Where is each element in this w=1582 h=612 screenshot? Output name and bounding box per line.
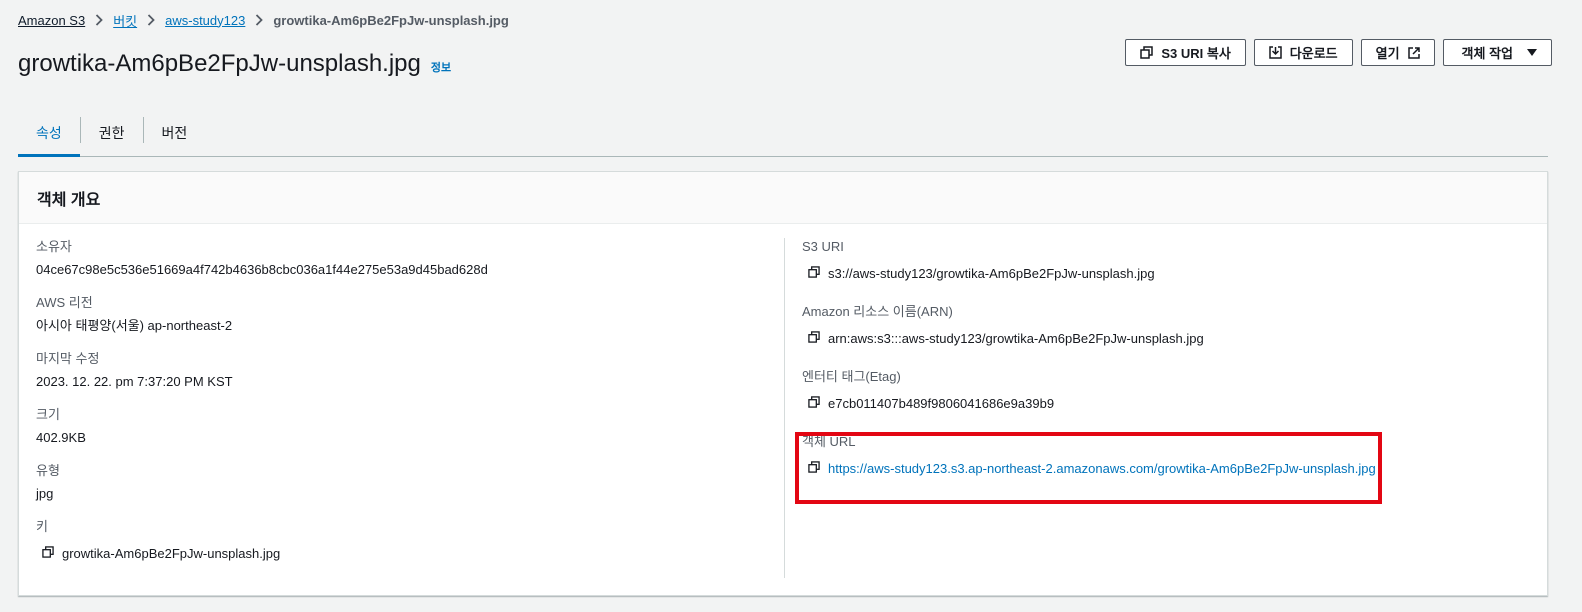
panel-title: 객체 개요 bbox=[37, 191, 101, 209]
arn-label: Amazon 리소스 이름(ARN) bbox=[802, 304, 953, 319]
etag-value: e7cb011407b489f9806041686e9a39b9 bbox=[828, 396, 1055, 411]
copy-s3-uri-label: S3 URI 복사 bbox=[1161, 46, 1231, 61]
column-divider bbox=[784, 238, 785, 578]
s3-uri-label: S3 URI bbox=[802, 239, 844, 254]
chevron-right-icon bbox=[245, 14, 273, 26]
external-link-icon bbox=[1407, 46, 1420, 59]
owner-label: 소유자 bbox=[36, 239, 72, 254]
breadcrumb-buckets[interactable]: 버킷 bbox=[113, 11, 137, 30]
caret-down-icon bbox=[1527, 49, 1537, 56]
size-value: 402.9KB bbox=[36, 430, 86, 445]
object-actions-button[interactable]: 객체 작업 bbox=[1442, 39, 1552, 66]
owner-value: 04ce67c98e5c536e51669a4f742b4636b8cbc036… bbox=[36, 262, 488, 277]
key-value: growtika-Am6pBe2FpJw-unsplash.jpg bbox=[62, 546, 281, 561]
tab-versions[interactable]: 버전 bbox=[144, 110, 206, 156]
size-field: 크기 402.9KB bbox=[36, 406, 776, 447]
info-link[interactable]: 정보 bbox=[431, 59, 451, 75]
download-icon bbox=[1269, 46, 1282, 59]
copy-icon[interactable] bbox=[808, 265, 820, 283]
object-actions-label: 객체 작업 bbox=[1461, 46, 1513, 61]
key-label: 키 bbox=[36, 519, 48, 534]
arn-value: arn:aws:s3:::aws-study123/growtika-Am6pB… bbox=[828, 331, 1204, 346]
page-title: growtika-Am6pBe2FpJw-unsplash.jpg bbox=[18, 50, 421, 77]
copy-icon bbox=[1140, 46, 1154, 59]
chevron-right-icon bbox=[137, 14, 165, 26]
object-overview-panel: 객체 개요 소유자 04ce67c98e5c536e51669a4f742b46… bbox=[18, 171, 1548, 596]
open-label: 열기 bbox=[1375, 46, 1400, 61]
key-field: 키 growtika-Am6pBe2FpJw-unsplash.jpg bbox=[36, 518, 776, 563]
type-field: 유형 jpg bbox=[36, 462, 776, 503]
overview-right-column: S3 URI s3://aws-study123/growtika-Am6pBe… bbox=[802, 238, 1522, 498]
region-label: AWS 리전 bbox=[36, 295, 93, 310]
copy-icon[interactable] bbox=[808, 330, 820, 348]
type-label: 유형 bbox=[36, 463, 60, 478]
object-url-field: 객체 URL https://aws-study123.s3.ap-northe… bbox=[802, 433, 1522, 478]
panel-header: 객체 개요 bbox=[19, 172, 1547, 224]
copy-s3-uri-button[interactable]: S3 URI 복사 bbox=[1125, 39, 1246, 66]
header-actions: S3 URI 복사 다운로드 열기 객체 작업 bbox=[1125, 39, 1552, 66]
overview-left-column: 소유자 04ce67c98e5c536e51669a4f742b4636b8cb… bbox=[36, 238, 776, 578]
tab-properties[interactable]: 속성 bbox=[18, 110, 80, 157]
etag-label: 엔터티 태그(Etag) bbox=[802, 369, 901, 384]
type-value: jpg bbox=[36, 486, 54, 501]
last-modified-value: 2023. 12. 22. pm 7:37:20 PM KST bbox=[36, 374, 233, 389]
download-label: 다운로드 bbox=[1289, 46, 1338, 61]
breadcrumb: Amazon S3 버킷 aws-study123 growtika-Am6pB… bbox=[18, 11, 509, 29]
page-header: growtika-Am6pBe2FpJw-unsplash.jpg 정보 bbox=[18, 50, 451, 78]
s3-uri-value: s3://aws-study123/growtika-Am6pBe2FpJw-u… bbox=[828, 266, 1155, 281]
tab-permissions[interactable]: 권한 bbox=[81, 110, 143, 156]
region-value: 아시아 태평양(서울) ap-northeast-2 bbox=[36, 318, 233, 333]
copy-icon[interactable] bbox=[808, 460, 820, 478]
breadcrumb-current: growtika-Am6pBe2FpJw-unsplash.jpg bbox=[273, 12, 509, 28]
region-field: AWS 리전 아시아 태평양(서울) ap-northeast-2 bbox=[36, 294, 776, 335]
size-label: 크기 bbox=[36, 407, 60, 422]
owner-field: 소유자 04ce67c98e5c536e51669a4f742b4636b8cb… bbox=[36, 238, 776, 279]
s3-uri-field: S3 URI s3://aws-study123/growtika-Am6pBe… bbox=[802, 238, 1522, 283]
tab-bar: 속성 권한 버전 bbox=[18, 110, 1548, 157]
chevron-right-icon bbox=[85, 14, 113, 26]
arn-field: Amazon 리소스 이름(ARN) arn:aws:s3:::aws-stud… bbox=[802, 303, 1522, 348]
breadcrumb-bucket[interactable]: aws-study123 bbox=[165, 13, 245, 28]
download-button[interactable]: 다운로드 bbox=[1253, 39, 1353, 66]
last-modified-label: 마지막 수정 bbox=[36, 351, 100, 366]
object-url-link[interactable]: https://aws-study123.s3.ap-northeast-2.a… bbox=[828, 460, 1376, 478]
copy-icon[interactable] bbox=[808, 395, 820, 413]
last-modified-field: 마지막 수정 2023. 12. 22. pm 7:37:20 PM KST bbox=[36, 350, 776, 391]
open-button[interactable]: 열기 bbox=[1360, 39, 1435, 66]
etag-field: 엔터티 태그(Etag) e7cb011407b489f9806041686e9… bbox=[802, 368, 1522, 413]
object-url-label: 객체 URL bbox=[802, 434, 856, 449]
copy-icon[interactable] bbox=[42, 545, 54, 563]
breadcrumb-amazon-s3[interactable]: Amazon S3 bbox=[18, 13, 85, 28]
